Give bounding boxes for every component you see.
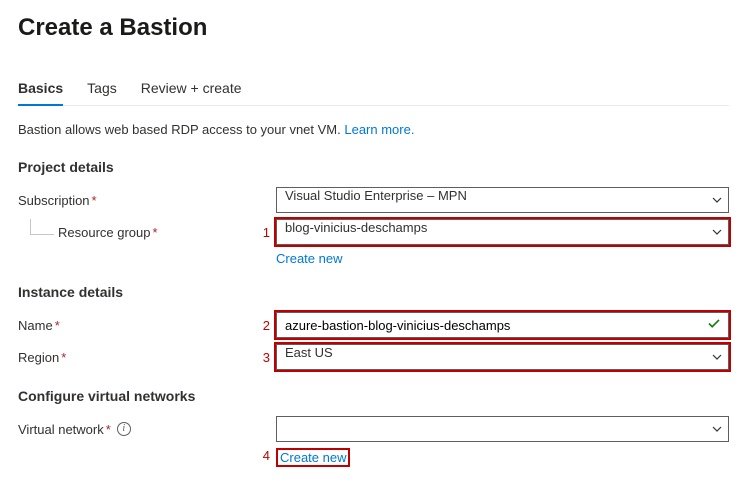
required-mark: * bbox=[61, 350, 66, 365]
annotation-4: 4 bbox=[258, 448, 276, 467]
required-mark: * bbox=[92, 193, 97, 208]
required-mark: * bbox=[106, 422, 111, 437]
annotation-1: 1 bbox=[258, 225, 276, 240]
section-project-details: Project details bbox=[18, 159, 729, 175]
tab-tags[interactable]: Tags bbox=[87, 74, 117, 106]
indent-connector bbox=[30, 219, 54, 235]
learn-more-link[interactable]: Learn more. bbox=[344, 122, 414, 137]
tab-basics[interactable]: Basics bbox=[18, 74, 63, 106]
name-input[interactable] bbox=[276, 312, 729, 338]
label-virtual-network: Virtual network bbox=[18, 422, 104, 437]
info-icon[interactable]: i bbox=[117, 422, 131, 436]
create-new-resource-group-link[interactable]: Create new bbox=[276, 251, 342, 266]
label-name: Name bbox=[18, 318, 53, 333]
virtual-network-select[interactable] bbox=[276, 416, 729, 442]
required-mark: * bbox=[55, 318, 60, 333]
section-configure-vnet: Configure virtual networks bbox=[18, 388, 729, 404]
page-title: Create a Bastion bbox=[18, 14, 729, 42]
resource-group-select[interactable]: blog-vinicius-deschamps bbox=[276, 219, 729, 245]
annotation-2: 2 bbox=[258, 318, 276, 333]
tab-review[interactable]: Review + create bbox=[141, 74, 242, 106]
label-region: Region bbox=[18, 350, 59, 365]
region-select[interactable]: East US bbox=[276, 344, 729, 370]
annotation-3: 3 bbox=[258, 350, 276, 365]
required-mark: * bbox=[153, 225, 158, 240]
description: Bastion allows web based RDP access to y… bbox=[18, 122, 729, 137]
label-subscription: Subscription bbox=[18, 193, 90, 208]
label-resource-group: Resource group bbox=[58, 225, 151, 240]
description-text: Bastion allows web based RDP access to y… bbox=[18, 122, 344, 137]
section-instance-details: Instance details bbox=[18, 284, 729, 300]
subscription-select[interactable]: Visual Studio Enterprise – MPN bbox=[276, 187, 729, 213]
tab-bar: Basics Tags Review + create bbox=[18, 74, 729, 106]
create-new-vnet-link[interactable]: Create new bbox=[280, 450, 346, 465]
